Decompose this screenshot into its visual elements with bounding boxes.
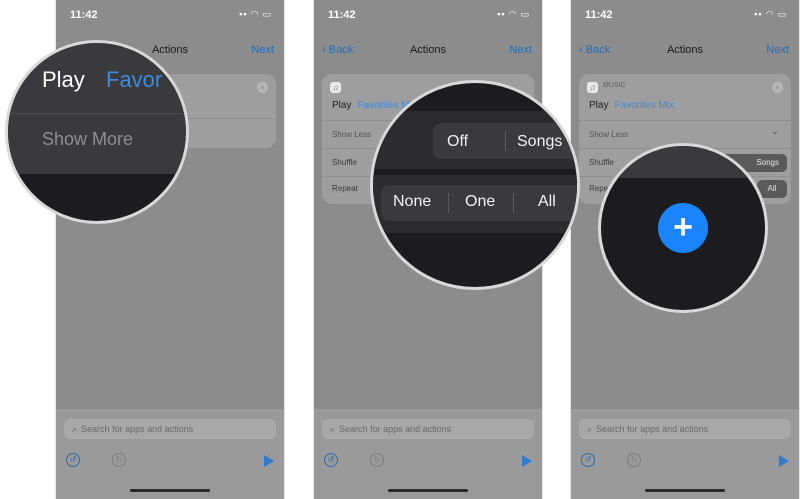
status-icons: ▪▪ ◠ ▭ [754, 9, 787, 19]
zoom-callout-show-more: Play Favor Show More › [5, 40, 189, 224]
run-play-icon[interactable] [264, 455, 274, 467]
undo-icon[interactable]: ↺ [66, 453, 80, 467]
search-placeholder: Search for apps and actions [596, 424, 709, 434]
status-time: 11:42 [70, 9, 98, 21]
play-row: Play Favorites Mix [589, 100, 674, 111]
status-time: 11:42 [585, 9, 613, 21]
nav-bar: ‹ Back Actions Next [314, 36, 542, 64]
plus-icon: + [673, 208, 693, 246]
divider [513, 193, 514, 213]
status-bar: 11:42 ▪▪ ◠ ▭ [571, 6, 799, 26]
repeat-all-option[interactable]: All [538, 193, 556, 211]
search-placeholder: Search for apps and actions [339, 424, 452, 434]
search-icon: ⌕ [587, 424, 593, 434]
redo-icon[interactable]: ↻ [112, 453, 126, 467]
app-header: MUSIC [603, 82, 626, 89]
nav-bar: ‹ Back Actions Next [571, 36, 799, 64]
zoom-card-edge [601, 146, 765, 178]
zoom-callout-segmented-controls: Off Songs None One All [370, 80, 580, 290]
repeat-none-option[interactable]: None [393, 193, 431, 211]
close-icon[interactable]: × [772, 82, 783, 93]
status-time: 11:42 [328, 9, 356, 21]
divider [448, 193, 449, 213]
search-input[interactable]: ⌕ Search for apps and actions [322, 419, 534, 439]
run-play-icon[interactable] [779, 455, 789, 467]
home-indicator [130, 489, 210, 492]
show-more-button[interactable]: Show More [42, 129, 133, 150]
divider [505, 131, 506, 151]
run-play-icon[interactable] [522, 455, 532, 467]
repeat-one-option[interactable]: One [465, 193, 495, 211]
music-app-icon: ♫ [587, 82, 598, 93]
shuffle-label: Shuffle [332, 158, 357, 167]
chevron-down-icon[interactable]: ⌄ [771, 126, 779, 137]
music-app-icon: ♫ [330, 82, 341, 93]
undo-icon[interactable]: ↺ [581, 453, 595, 467]
close-icon[interactable]: × [257, 82, 268, 93]
bottom-bar: ⌕ Search for apps and actions ↺ ↻ [56, 409, 284, 499]
bottom-bar: ⌕ Search for apps and actions ↺ ↻ [314, 409, 542, 499]
search-placeholder: Search for apps and actions [81, 424, 194, 434]
next-button[interactable]: Next [251, 44, 274, 56]
status-icons: ▪▪ ◠ ▭ [497, 9, 530, 19]
status-bar: 11:42 ▪▪ ◠ ▭ [314, 6, 542, 26]
zoom-play-label: Play [42, 67, 85, 92]
nav-title: Actions [409, 44, 447, 56]
screenshot-collage: 11:42 ▪▪ ◠ ▭ Actions Next × ⌕Search for … [0, 0, 800, 499]
shuffle-off-option[interactable]: Off [447, 133, 468, 151]
show-less-toggle[interactable]: Show Less [589, 130, 628, 139]
zoom-callout-add-button: + [598, 143, 768, 313]
home-indicator [645, 489, 725, 492]
playlist-link[interactable]: Favorites Mix [614, 100, 673, 111]
search-input[interactable]: ⌕ Search for apps and actions [579, 419, 791, 439]
next-button[interactable]: Next [766, 44, 789, 56]
status-bar: 11:42 ▪▪ ◠ ▭ [56, 6, 284, 26]
play-label: Play [589, 100, 609, 111]
play-label: Play [332, 100, 352, 111]
divider [579, 120, 791, 121]
next-button[interactable]: Next [509, 44, 532, 56]
redo-icon[interactable]: ↻ [627, 453, 641, 467]
shuffle-songs-option[interactable]: Songs [517, 133, 562, 151]
search-input[interactable]: ⌕ Search for apps and actions [64, 419, 276, 439]
add-action-button[interactable]: + [658, 203, 708, 253]
bottom-bar: ⌕ Search for apps and actions ↺ ↻ [571, 409, 799, 499]
redo-icon[interactable]: ↻ [370, 453, 384, 467]
repeat-label: Repeat [332, 184, 358, 193]
undo-icon[interactable]: ↺ [324, 453, 338, 467]
search-icon: ⌕ [72, 424, 78, 434]
search-icon: ⌕ [330, 424, 336, 434]
home-indicator [388, 489, 468, 492]
zoom-playlist-link[interactable]: Favor [106, 67, 162, 93]
show-less-toggle[interactable]: Show Less [332, 130, 371, 139]
status-icons: ▪▪ ◠ ▭ [239, 9, 272, 19]
nav-title: Actions [666, 44, 704, 56]
